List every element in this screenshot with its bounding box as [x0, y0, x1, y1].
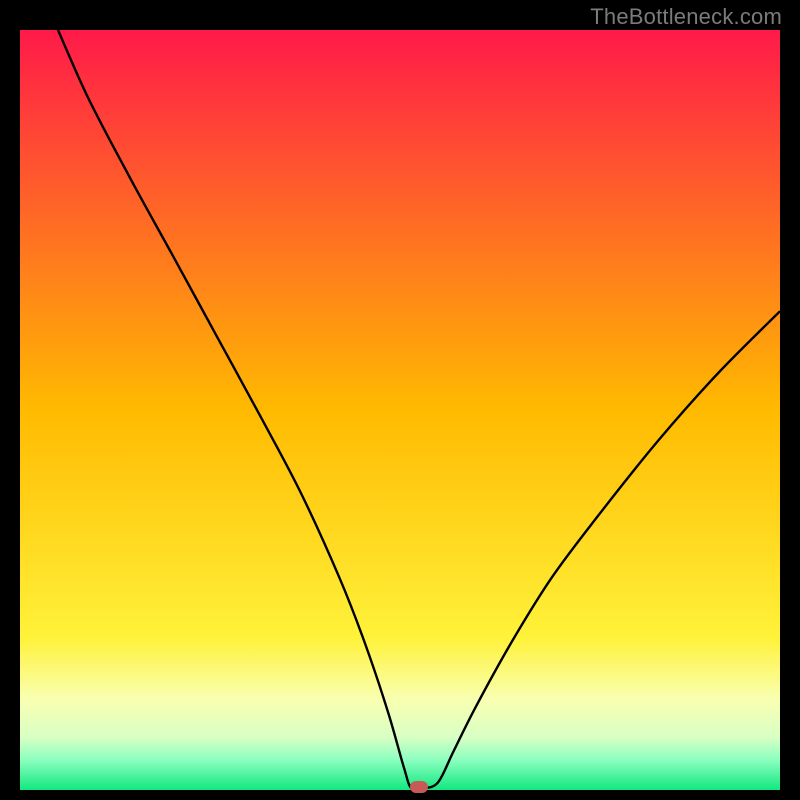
bottleneck-chart — [20, 30, 780, 790]
watermark-text: TheBottleneck.com — [590, 4, 782, 30]
optimum-marker — [410, 781, 428, 793]
chart-background — [20, 30, 780, 790]
chart-frame — [20, 30, 780, 790]
